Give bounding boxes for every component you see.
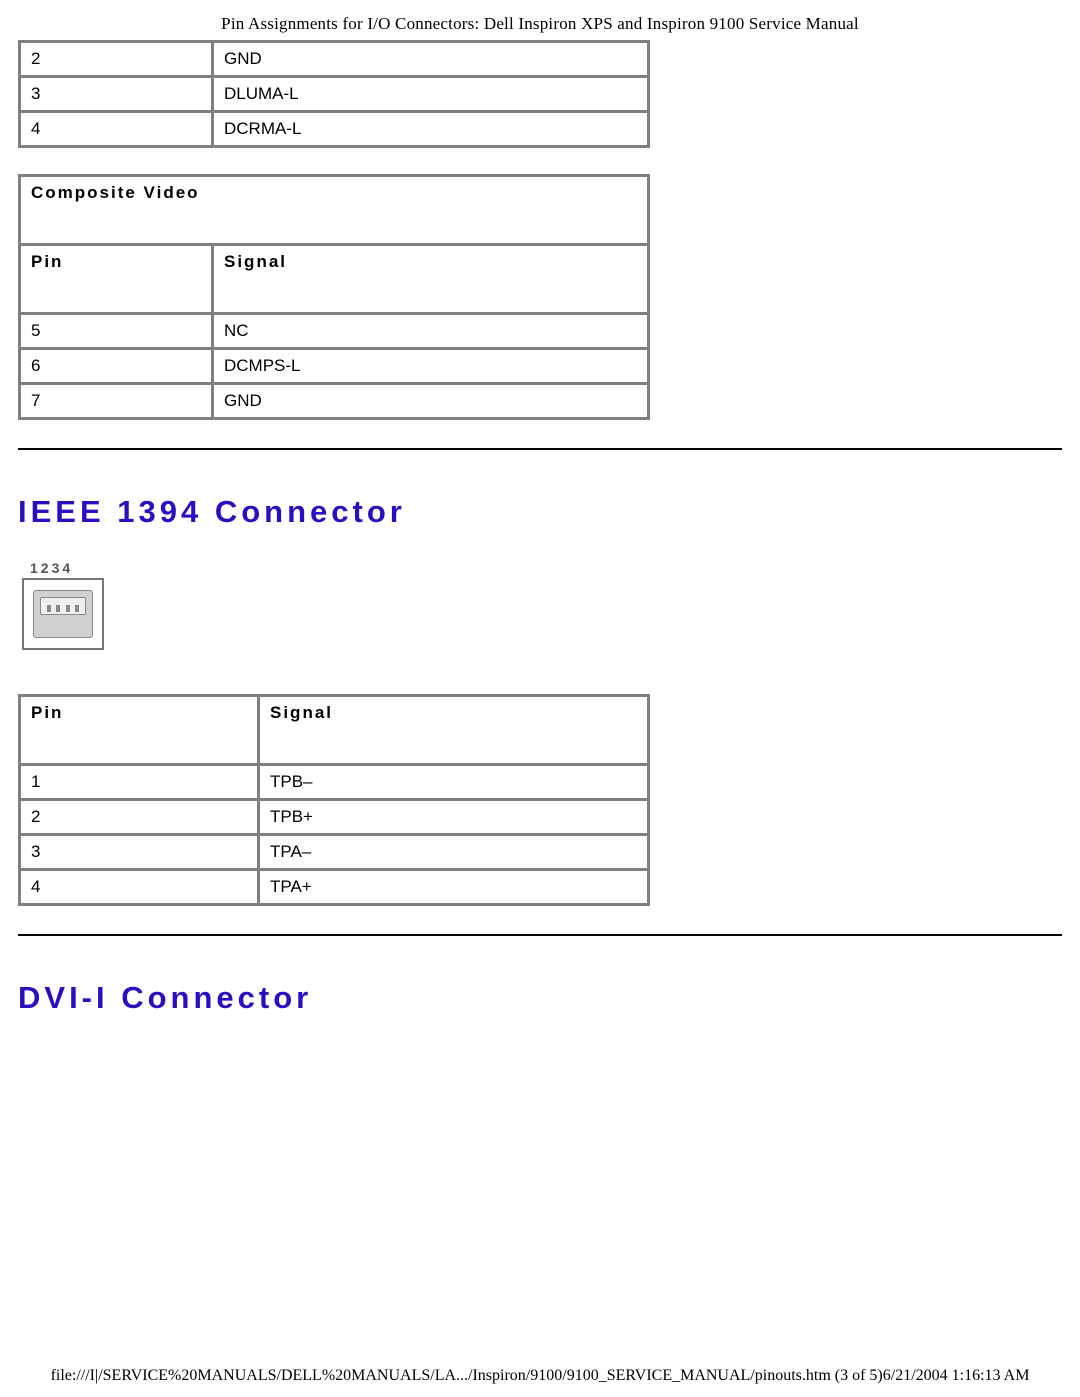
table-row: 3 TPA– — [20, 835, 649, 870]
table-row: 7 GND — [20, 384, 649, 419]
signal-cell: NC — [213, 314, 649, 349]
pin-cell: 3 — [20, 77, 213, 112]
column-header-signal: Signal — [259, 696, 649, 765]
dvi-heading: DVI-I Connector — [18, 980, 1062, 1016]
pin-cell: 3 — [20, 835, 259, 870]
signal-cell: DCMPS-L — [213, 349, 649, 384]
signal-cell: DLUMA-L — [213, 77, 649, 112]
connector-slot — [40, 597, 86, 615]
table-row: 3 DLUMA-L — [20, 77, 649, 112]
ieee1394-table: Pin Signal 1 TPB– 2 TPB+ 3 TPA– 4 TPA+ — [18, 694, 650, 906]
pin-cell: 2 — [20, 800, 259, 835]
ieee1394-connector-diagram: 1234 — [22, 560, 1062, 650]
connector-pin-icon — [66, 605, 70, 612]
column-header-pin: Pin — [20, 245, 213, 314]
table-row: 4 TPA+ — [20, 870, 649, 905]
pin-cell: 4 — [20, 870, 259, 905]
signal-cell: GND — [213, 42, 649, 77]
signal-cell: TPB+ — [259, 800, 649, 835]
footer-path: file:///I|/SERVICE%20MANUALS/DELL%20MANU… — [0, 1367, 1080, 1385]
connector-outer-box — [22, 578, 104, 650]
pin-cell: 7 — [20, 384, 213, 419]
connector-pin-icon — [47, 605, 51, 612]
table-header-row: Pin Signal — [20, 245, 649, 314]
signal-cell: TPA– — [259, 835, 649, 870]
pin-cell: 1 — [20, 765, 259, 800]
table-row: 2 TPB+ — [20, 800, 649, 835]
section-label-cell: Composite Video — [20, 176, 649, 245]
connector-pin-icon — [56, 605, 60, 612]
signal-cell: TPA+ — [259, 870, 649, 905]
column-header-pin: Pin — [20, 696, 259, 765]
svideo-continuation-table: 2 GND 3 DLUMA-L 4 DCRMA-L — [18, 40, 650, 148]
connector-inner-box — [33, 590, 93, 638]
table-row: 6 DCMPS-L — [20, 349, 649, 384]
page-header-title: Pin Assignments for I/O Connectors: Dell… — [18, 14, 1062, 34]
divider — [18, 448, 1062, 450]
table-section-row: Composite Video — [20, 176, 649, 245]
table-row: 2 GND — [20, 42, 649, 77]
pin-cell: 4 — [20, 112, 213, 147]
connector-pin-icon — [75, 605, 79, 612]
pin-cell: 5 — [20, 314, 213, 349]
page: Pin Assignments for I/O Connectors: Dell… — [0, 0, 1080, 1397]
composite-video-table: Composite Video Pin Signal 5 NC 6 DCMPS-… — [18, 174, 650, 420]
table-row: 1 TPB– — [20, 765, 649, 800]
signal-cell: GND — [213, 384, 649, 419]
signal-cell: DCRMA-L — [213, 112, 649, 147]
table-row: 5 NC — [20, 314, 649, 349]
ieee1394-heading: IEEE 1394 Connector — [18, 494, 1062, 530]
table-row: 4 DCRMA-L — [20, 112, 649, 147]
signal-cell: TPB– — [259, 765, 649, 800]
pin-cell: 6 — [20, 349, 213, 384]
divider — [18, 934, 1062, 936]
column-header-signal: Signal — [213, 245, 649, 314]
pin-cell: 2 — [20, 42, 213, 77]
diagram-pin-labels: 1234 — [30, 560, 1062, 576]
table-header-row: Pin Signal — [20, 696, 649, 765]
